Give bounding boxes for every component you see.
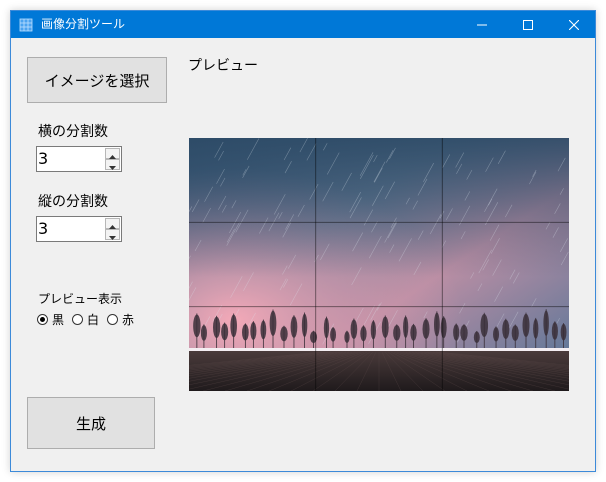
radio-label: 白 bbox=[87, 312, 100, 327]
close-button[interactable] bbox=[551, 11, 597, 38]
tree-crown bbox=[560, 323, 567, 341]
horizontal-spin-down-button[interactable] bbox=[105, 159, 120, 170]
tree-crown bbox=[370, 320, 377, 340]
app-window: 画像分割ツール イメージを選択 プレビュー 横の分割数 3 縦の分割数 3 プレ… bbox=[10, 10, 596, 472]
maximize-icon bbox=[523, 15, 533, 34]
horizontal-spin-buttons bbox=[105, 148, 120, 170]
tree-crown bbox=[381, 316, 389, 338]
tree-crown bbox=[344, 331, 350, 343]
tree-crown bbox=[433, 312, 440, 337]
arrow-down-icon bbox=[109, 155, 116, 174]
tree-crown bbox=[460, 324, 468, 341]
tree-crown bbox=[440, 317, 447, 339]
vertical-divisions-label: 縦の分割数 bbox=[38, 194, 108, 210]
tree-crown bbox=[473, 331, 480, 344]
tree-crown bbox=[350, 319, 358, 339]
radio-label: 赤 bbox=[122, 312, 135, 327]
tree-crown bbox=[502, 319, 510, 340]
radio-button[interactable] bbox=[107, 313, 119, 325]
tree-crown bbox=[480, 313, 489, 338]
radio-black[interactable]: 黒 bbox=[37, 311, 64, 328]
tree-crown bbox=[193, 314, 201, 338]
tree-crown bbox=[221, 323, 229, 341]
vertical-divisions-value[interactable]: 3 bbox=[38, 220, 48, 238]
tree-crown bbox=[260, 320, 267, 340]
radio-white[interactable]: 白 bbox=[72, 311, 99, 328]
tree-crown bbox=[301, 313, 308, 337]
tree-crown bbox=[410, 324, 417, 341]
vertical-divisions-stepper[interactable]: 3 bbox=[36, 216, 122, 242]
tree-crown bbox=[422, 319, 430, 339]
maximize-button[interactable] bbox=[505, 11, 551, 38]
tree-crown bbox=[290, 316, 298, 338]
preview-heading: プレビュー bbox=[188, 58, 258, 74]
tree-crown bbox=[543, 310, 549, 336]
horizontal-divisions-label: 横の分割数 bbox=[38, 124, 108, 140]
tree-crown bbox=[242, 324, 249, 341]
vertical-spin-down-button[interactable] bbox=[105, 229, 120, 240]
tree-crown bbox=[230, 314, 237, 338]
select-image-button[interactable]: イメージを選択 bbox=[27, 57, 167, 103]
minimize-icon bbox=[477, 15, 487, 34]
tree-crown bbox=[393, 325, 401, 341]
tree-crown bbox=[269, 310, 277, 336]
preview-display-label: プレビュー表示 bbox=[38, 292, 123, 306]
close-icon bbox=[568, 15, 580, 34]
image-preview bbox=[189, 138, 569, 391]
title-bar[interactable]: 画像分割ツール bbox=[11, 11, 595, 38]
tree-crown bbox=[522, 313, 530, 337]
tree-crown bbox=[403, 316, 409, 338]
generate-button[interactable]: 生成 bbox=[27, 397, 155, 449]
tree-crown bbox=[330, 327, 337, 342]
tree-crown bbox=[250, 321, 257, 340]
tree-crown bbox=[493, 327, 500, 342]
tree-crown bbox=[280, 326, 288, 342]
vertical-spin-buttons bbox=[105, 218, 120, 240]
tree-crown bbox=[551, 322, 558, 340]
tree-crown bbox=[212, 316, 221, 339]
horizontal-divisions-value[interactable]: 3 bbox=[38, 150, 48, 168]
radio-button[interactable] bbox=[72, 313, 84, 325]
horizon-lights bbox=[189, 348, 569, 351]
tree-crown bbox=[323, 317, 330, 339]
tree-crown bbox=[360, 326, 367, 342]
radio-label: 黒 bbox=[52, 312, 65, 327]
tree-crown bbox=[200, 325, 207, 341]
window-title: 画像分割ツール bbox=[41, 17, 126, 31]
tree-crown bbox=[511, 325, 519, 341]
arrow-down-icon bbox=[109, 225, 116, 244]
radio-button-checked[interactable] bbox=[37, 313, 48, 325]
horizontal-divisions-stepper[interactable]: 3 bbox=[36, 146, 122, 172]
preview-image bbox=[189, 138, 569, 391]
minimize-button[interactable] bbox=[459, 11, 505, 38]
grid-app-icon bbox=[19, 17, 33, 32]
preview-color-radio-group: 黒 白 赤 bbox=[37, 311, 142, 327]
radio-red[interactable]: 赤 bbox=[107, 311, 134, 328]
tree-crown bbox=[453, 324, 460, 341]
tree-crown bbox=[533, 318, 539, 339]
